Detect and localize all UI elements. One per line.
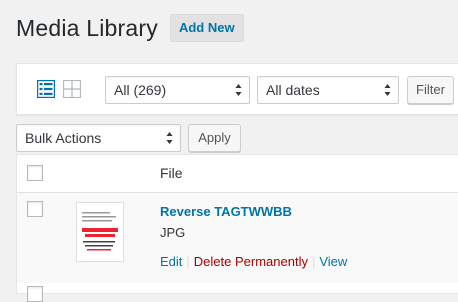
table-header: File (17, 155, 458, 193)
media-table: File Reverse TAGTWWBB JPG Edit | Delete Pe… (16, 154, 458, 302)
filter-button[interactable]: Filter (407, 76, 454, 104)
view-link[interactable]: View (319, 254, 347, 269)
date-select[interactable]: All dates (257, 76, 399, 104)
apply-button[interactable]: Apply (188, 124, 241, 152)
page-header: Media Library Add New (16, 10, 244, 46)
separator: | (311, 254, 316, 269)
select-all-checkbox[interactable] (27, 165, 43, 181)
column-header-file[interactable]: File (160, 165, 183, 181)
page-title: Media Library (16, 14, 158, 41)
grid-view-icon[interactable] (62, 79, 82, 99)
media-thumbnail[interactable] (76, 202, 124, 262)
list-view-icon[interactable] (36, 79, 56, 99)
media-title-link[interactable]: Reverse TAGTWWBB (160, 204, 292, 219)
edit-link[interactable]: Edit (160, 254, 182, 269)
add-new-button[interactable]: Add New (169, 14, 244, 42)
delete-permanently-link[interactable]: Delete Permanently (194, 254, 308, 269)
select-arrows-icon (166, 132, 173, 144)
bulk-actions-select[interactable]: Bulk Actions (16, 124, 181, 152)
file-type: JPG (160, 225, 186, 240)
row-actions: Edit | Delete Permanently | View (160, 254, 347, 269)
separator: | (186, 254, 190, 269)
date-select-value: All dates (266, 82, 320, 98)
select-arrows-icon (235, 84, 242, 96)
select-arrows-icon (384, 84, 391, 96)
row-checkbox[interactable] (27, 286, 43, 302)
media-type-select-value: All (269) (114, 82, 167, 98)
row-checkbox[interactable] (27, 201, 43, 217)
media-type-select[interactable]: All (269) (105, 76, 250, 104)
table-row: Reverse TAGTWWBB JPG Edit | Delete Permane… (17, 193, 458, 283)
media-filter-bar: All (269) All dates Filter (16, 63, 458, 115)
bulk-actions-select-value: Bulk Actions (25, 130, 102, 146)
